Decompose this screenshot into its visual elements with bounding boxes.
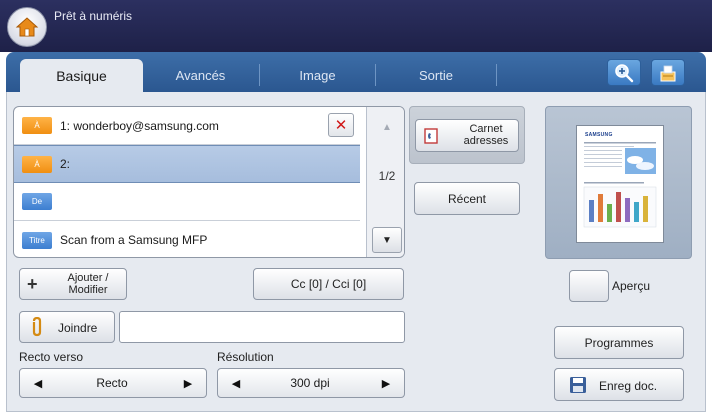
floppy-disk-icon: [570, 377, 586, 393]
tab-avances[interactable]: Avancés: [143, 59, 258, 92]
resolution-stepper: ◀ 300 dpi ▶: [217, 368, 405, 398]
tab-divider: [496, 64, 497, 86]
tab-basique[interactable]: Basique: [20, 59, 143, 92]
title-bar: Prêt à numéris: [0, 0, 712, 52]
plus-icon: +: [27, 274, 38, 294]
to-tag: À: [22, 117, 52, 134]
duplex-next-button[interactable]: ▶: [176, 372, 200, 394]
list-scroller: ▲ 1/2 ▼: [366, 107, 404, 257]
recent-button[interactable]: Récent: [414, 182, 520, 215]
duplex-prev-button[interactable]: ◀: [26, 372, 50, 394]
zoom-icon: [615, 63, 634, 82]
thumbnail-bar: [607, 204, 612, 222]
resolution-next-button[interactable]: ▶: [374, 372, 398, 394]
address-book-label-1: Carnet: [469, 123, 503, 135]
address-book-label-2: adresses: [463, 135, 509, 147]
from-tag: De: [22, 193, 52, 210]
document-thumbnail: SAMSUNG: [576, 125, 664, 243]
add-modify-label-1: Ajouter /: [67, 272, 109, 284]
add-modify-label-2: Modifier: [68, 284, 108, 296]
tab-image[interactable]: Image: [260, 59, 375, 92]
resolution-value: 300 dpi: [290, 376, 330, 390]
save-doc-button[interactable]: Enreg doc.: [554, 368, 684, 401]
cc-bcc-button[interactable]: Cc [0] / Cci [0]: [253, 268, 404, 300]
programs-button[interactable]: Programmes: [554, 326, 684, 359]
triangle-right-icon: ▶: [381, 377, 391, 390]
home-button[interactable]: [7, 7, 47, 47]
address-value: 1: wonderboy@samsung.com: [60, 118, 219, 133]
thumbnail-bar: [625, 198, 630, 222]
address-row-to-1[interactable]: À 1: wonderboy@samsung.com ✕: [14, 107, 360, 145]
preview-checkbox[interactable]: [569, 270, 609, 302]
preview-label[interactable]: Aperçu: [612, 279, 650, 293]
tab-sortie[interactable]: Sortie: [376, 59, 496, 92]
thumbnail-bar: [643, 196, 648, 222]
triangle-left-icon: ◀: [33, 377, 43, 390]
attachment-field[interactable]: [119, 311, 405, 343]
page-title: Prêt à numéris: [54, 9, 133, 23]
tab-bar: Basique Avancés Image Sortie: [6, 52, 706, 92]
zoom-button[interactable]: [607, 59, 641, 86]
paperclip-icon: [32, 317, 42, 337]
address-row-to-2[interactable]: À 2:: [14, 145, 360, 183]
thumbnail-bar: [589, 200, 594, 222]
preview-panel: SAMSUNG: [545, 106, 692, 259]
address-value: Scan from a Samsung MFP: [60, 233, 208, 247]
resolution-prev-button[interactable]: ◀: [224, 372, 248, 394]
triangle-left-icon: ◀: [231, 377, 241, 390]
delete-button[interactable]: ✕: [328, 113, 354, 137]
address-value: 2:: [60, 157, 71, 171]
address-list: À 1: wonderboy@samsung.com ✕ À 2: De Tit…: [13, 106, 405, 258]
page-indicator: 1/2: [378, 169, 396, 183]
to-tag: À: [22, 155, 52, 173]
thumbnail-content: [583, 142, 657, 228]
duplex-label: Recto verso: [19, 350, 84, 364]
address-row-from[interactable]: De: [14, 183, 360, 221]
scroll-up-button[interactable]: ▲: [372, 114, 402, 140]
triangle-right-icon: ▶: [183, 377, 193, 390]
address-row-subject[interactable]: Titre Scan from a Samsung MFP: [14, 221, 360, 257]
triangle-down-icon: ▼: [382, 234, 392, 246]
close-icon: ✕: [334, 117, 348, 134]
address-book-button[interactable]: Carnet adresses: [415, 119, 519, 152]
address-book-icon: [424, 128, 438, 144]
save-doc-label: Enreg doc.: [599, 379, 658, 393]
add-modify-button[interactable]: + Ajouter / Modifier: [19, 268, 127, 300]
duplex-stepper: ◀ Recto ▶: [19, 368, 207, 398]
duplex-value: Recto: [96, 376, 128, 390]
job-status-button[interactable]: [651, 59, 685, 86]
attach-button[interactable]: Joindre: [19, 311, 115, 343]
subject-tag: Titre: [22, 231, 52, 249]
resolution-label: Résolution: [217, 350, 274, 364]
thumbnail-bar: [634, 202, 639, 222]
home-icon: [15, 17, 39, 37]
thumbnail-bar: [598, 194, 603, 222]
triangle-up-icon: ▲: [382, 121, 392, 133]
job-status-icon: [660, 65, 676, 81]
thumbnail-bar: [616, 192, 621, 222]
address-book-panel: Carnet adresses: [409, 106, 525, 164]
scroll-down-button[interactable]: ▼: [372, 227, 402, 253]
attach-label: Joindre: [58, 321, 98, 335]
